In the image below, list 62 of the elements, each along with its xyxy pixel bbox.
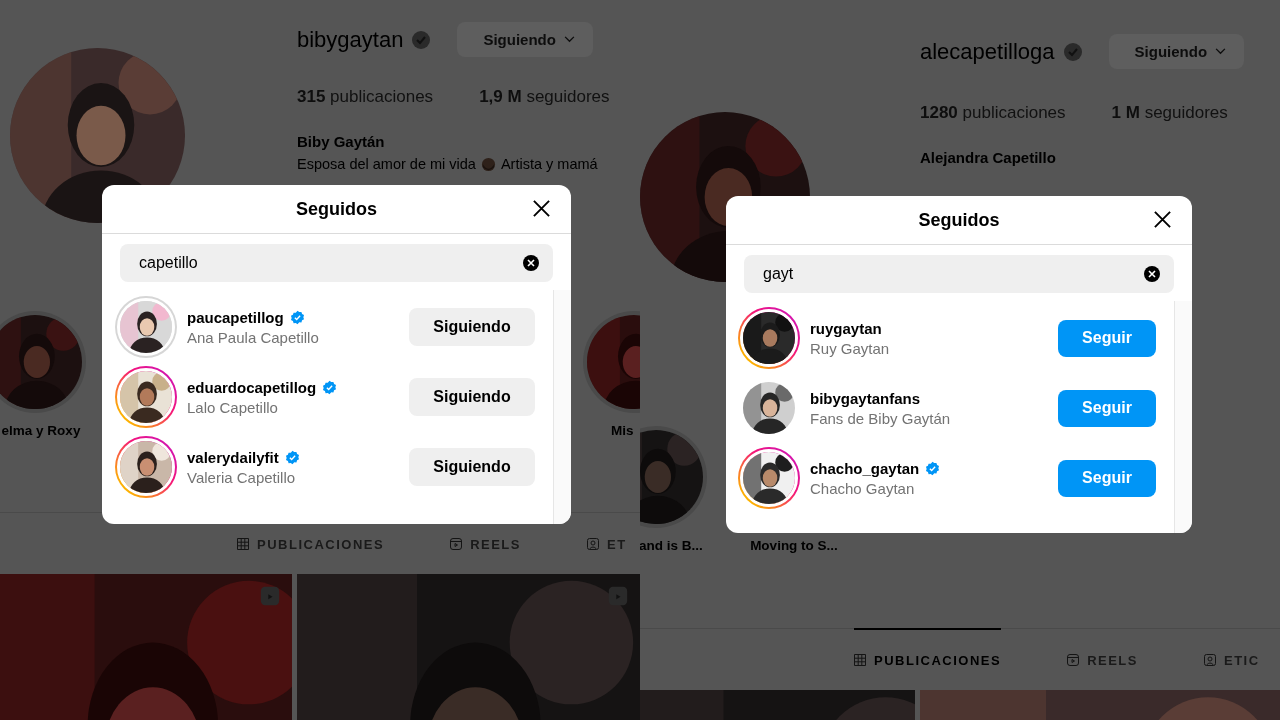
search-field[interactable]: gayt [744,255,1174,293]
reels-icon [1067,654,1080,666]
profile-tab[interactable]: ETIC [1203,628,1260,690]
highlight-label[interactable]: Mis [611,423,634,438]
follow-button[interactable]: Siguiendo [409,448,535,486]
full-name: Valeria Capetillo [187,468,297,486]
post-count: 315 publicaciones [297,87,434,107]
bio-text: Esposa del amor de mi vida [297,156,476,172]
verified-badge-icon [925,460,941,476]
username[interactable]: paucapetillog [187,308,284,326]
clear-icon[interactable] [1144,266,1160,282]
profile-username: bibygaytan [297,26,404,53]
follow-button[interactable]: Seguir [1058,319,1156,357]
close-icon[interactable] [532,199,551,218]
highlight-label[interactable]: elma y Roxy [1,423,81,438]
profile-tab[interactable]: REELS [1067,628,1138,690]
dialog-title: Seguidos [296,198,377,220]
search-field[interactable]: capetillo [120,244,553,282]
clear-icon[interactable] [523,255,539,271]
portrait-icon [586,538,599,550]
follow-button[interactable]: Seguir [1058,389,1156,427]
verified-badge-icon [322,379,338,395]
username[interactable]: chacho_gaytan [810,459,920,477]
caret-icon [1215,48,1227,55]
full-name: Fans de Biby Gaytán [810,409,952,427]
profile-name: Alejandra Capetillo [920,149,1057,166]
highlight-label[interactable]: and is B... [640,538,703,553]
username[interactable]: valerydailyfit [187,448,279,466]
username[interactable]: ruygaytan [810,319,882,337]
verified-icon [1062,41,1083,62]
highlight-label[interactable]: Moving to S... [750,538,838,553]
follower-count[interactable]: 1 M seguidores [1111,103,1228,123]
username[interactable]: eduardocapetillog [187,378,317,396]
close-icon[interactable] [1153,210,1172,229]
grid-icon [854,654,866,666]
bearded-man-emoji-icon [480,156,496,172]
verified-icon [411,29,432,50]
full-name: Chacho Gaytan [810,479,916,497]
post-count: 1280 publicaciones [920,103,1066,123]
follow-button[interactable]: Siguiendo [409,378,535,416]
profile-tab[interactable]: ET [586,512,627,574]
following-button[interactable]: Siguiendo [457,22,593,57]
follower-count[interactable]: 1,9 M seguidores [479,87,610,107]
full-name: Lalo Capetillo [187,398,279,416]
grid-icon [237,538,249,550]
dialog-title: Seguidos [918,209,1000,231]
profile-tab[interactable]: PUBLICACIONES [237,512,385,574]
profile-username: alecapetilloga [920,38,1055,65]
caret-icon [563,36,575,43]
verified-badge-icon [284,449,300,465]
username[interactable]: bibygaytanfans [810,389,921,407]
full-name: Ruy Gaytan [810,339,891,357]
profile-tab[interactable]: REELS [450,512,521,574]
verified-badge-icon [289,309,305,325]
following-button[interactable]: Siguiendo [1108,34,1245,69]
profile-name: Biby Gaytán [297,133,386,150]
reels-icon [450,538,463,550]
portrait-icon [1203,654,1216,666]
follow-button[interactable]: Siguiendo [409,308,535,346]
follow-button[interactable]: Seguir [1058,459,1156,497]
bio-text: Artista y mamá [500,156,598,172]
full-name: Ana Paula Capetillo [187,328,320,346]
